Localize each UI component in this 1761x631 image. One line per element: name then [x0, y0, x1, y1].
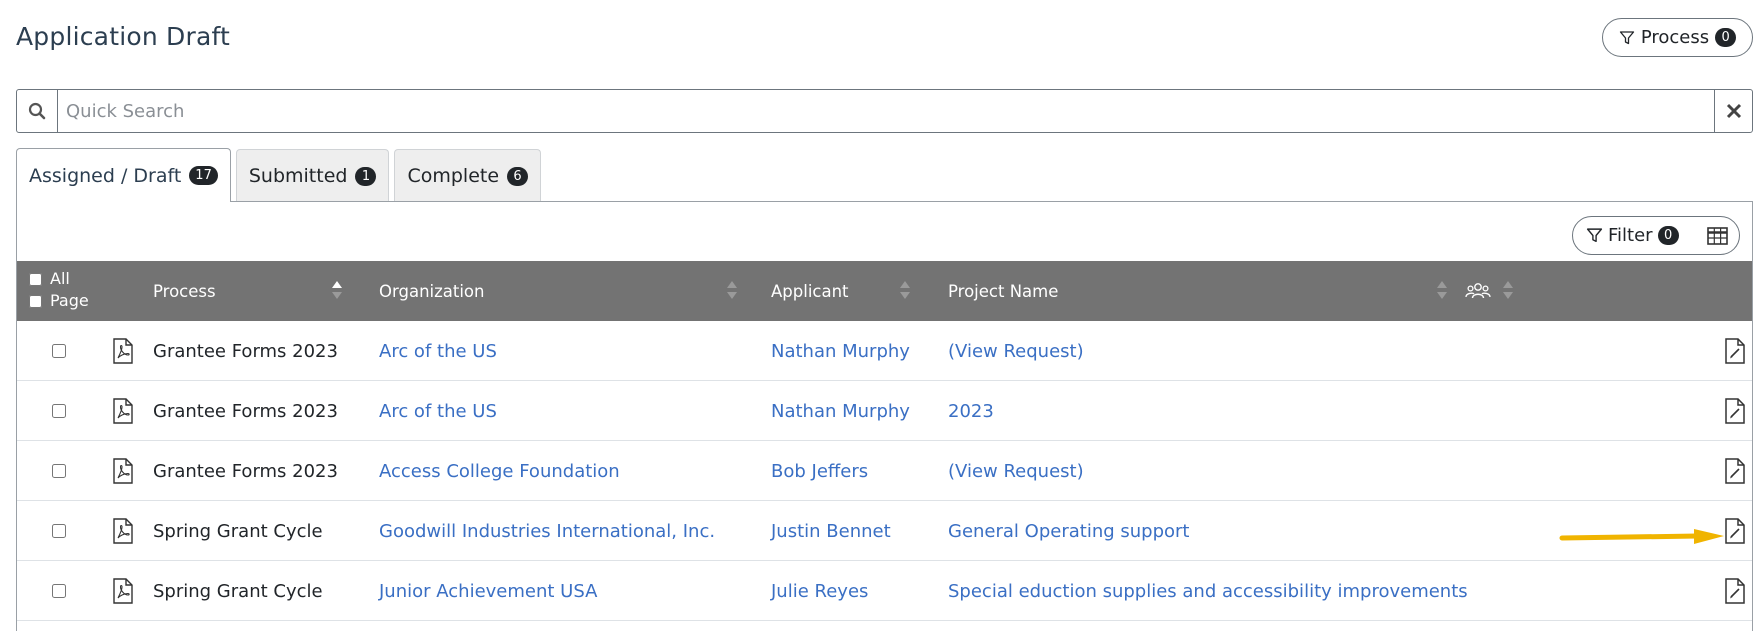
process-cell: Grantee Forms 2023 [153, 460, 338, 482]
row-checkbox[interactable] [52, 584, 66, 598]
tab-submitted[interactable]: Submitted 1 [235, 149, 390, 202]
edit-document-icon[interactable] [1724, 381, 1746, 441]
column-label: Project Name [948, 281, 1059, 301]
organization-link[interactable]: Arc of the US [379, 321, 497, 381]
filter-icon [1619, 30, 1634, 44]
project-name-link[interactable]: (View Request) [948, 441, 1084, 501]
filter-count-badge: 0 [1657, 226, 1679, 245]
close-icon [1726, 103, 1741, 119]
filter-toolbar: Filter 0 [1572, 216, 1740, 255]
sort-team-icon[interactable] [1503, 279, 1513, 303]
row-checkbox[interactable] [52, 404, 66, 418]
organization-link[interactable]: Junior Achievement USA [379, 561, 597, 621]
applicant-link[interactable]: Justin Bennet [771, 501, 891, 561]
edit-document-icon[interactable] [1724, 561, 1746, 621]
table-header: All Page Process Organization Applicant … [17, 261, 1752, 321]
table-row[interactable]: Grantee Forms 2023 Arc of the US Nathan Mu… [17, 321, 1752, 381]
pdf-file-icon[interactable] [112, 561, 134, 621]
filter-icon [1586, 228, 1603, 243]
select-page-label: Page [50, 291, 89, 310]
column-header-project-name[interactable]: Project Name [948, 261, 1058, 321]
row-checkbox[interactable] [52, 524, 66, 538]
sort-organization-icon[interactable] [727, 279, 737, 303]
applicant-link[interactable]: Nathan Murphy [771, 321, 910, 381]
project-name-link[interactable]: (View Request) [948, 321, 1084, 381]
tab-count-badge: 17 [189, 166, 218, 185]
applications-panel: Filter 0 All Page Process Organization A… [16, 201, 1753, 631]
column-header-process[interactable]: Process [153, 261, 216, 321]
select-all-checkbox[interactable] [29, 272, 42, 286]
pdf-file-icon[interactable] [112, 441, 134, 501]
sort-process-icon[interactable] [332, 279, 342, 303]
tab-label: Assigned / Draft [29, 164, 182, 187]
pdf-file-icon[interactable] [112, 381, 134, 441]
pdf-file-icon[interactable] [112, 321, 134, 381]
page-title: Application Draft [16, 22, 231, 51]
applicant-link[interactable]: Nathan Murphy [771, 381, 910, 441]
edit-document-icon[interactable] [1724, 441, 1746, 501]
row-checkbox[interactable] [52, 344, 66, 358]
table-row[interactable]: Spring Grant Cycle Junior Achievement USA… [17, 561, 1752, 621]
select-controls: All Page [29, 268, 89, 312]
process-button-label: Process [1640, 27, 1710, 48]
organization-link[interactable]: Goodwill Industries International, Inc. [379, 501, 715, 561]
process-filter-button[interactable]: Process 0 [1602, 18, 1753, 57]
process-cell: Grantee Forms 2023 [153, 340, 338, 362]
project-name-link[interactable]: Special eduction supplies and accessibil… [948, 561, 1468, 621]
annotation-arrow [1559, 529, 1724, 544]
column-header-organization[interactable]: Organization [379, 261, 485, 321]
users-icon[interactable] [1465, 281, 1491, 301]
organization-link[interactable]: Arc of the US [379, 381, 497, 441]
tab-complete[interactable]: Complete 6 [394, 149, 542, 202]
project-name-link[interactable]: General Operating support [948, 501, 1189, 561]
table-row[interactable]: Grantee Forms 2023 Access College Foundat… [17, 441, 1752, 501]
clear-search-button[interactable] [1714, 90, 1752, 132]
applicant-link[interactable]: Bob Jeffers [771, 441, 868, 501]
row-checkbox[interactable] [52, 464, 66, 478]
select-all-label: All [50, 269, 70, 288]
column-header-applicant[interactable]: Applicant [771, 261, 849, 321]
column-label: Process [153, 281, 216, 301]
search-button[interactable] [17, 90, 58, 132]
filter-label: Filter [1608, 225, 1653, 246]
column-label: Applicant [771, 281, 849, 301]
project-name-link[interactable]: 2023 [948, 381, 994, 441]
applicant-link[interactable]: Julie Reyes [771, 561, 868, 621]
column-label: Organization [379, 281, 485, 301]
edit-document-icon[interactable] [1724, 321, 1746, 381]
status-tabs: Assigned / Draft 17 Submitted 1 Complete… [16, 148, 542, 202]
tab-assigned-draft[interactable]: Assigned / Draft 17 [16, 148, 231, 202]
pdf-file-icon[interactable] [112, 501, 134, 561]
process-cell: Spring Grant Cycle [153, 580, 323, 602]
select-page-checkbox[interactable] [29, 294, 42, 308]
filter-button[interactable]: Filter 0 [1586, 225, 1679, 246]
table-row[interactable]: Grantee Forms 2023 Arc of the US Nathan Mu… [17, 381, 1752, 441]
quick-search-bar [16, 89, 1753, 133]
search-icon [28, 102, 46, 120]
organization-link[interactable]: Access College Foundation [379, 441, 620, 501]
process-count-badge: 0 [1715, 28, 1737, 47]
table-grid-icon[interactable] [1707, 227, 1728, 245]
tab-count-badge: 1 [355, 166, 377, 186]
process-cell: Spring Grant Cycle [153, 520, 323, 542]
tab-label: Complete [407, 165, 500, 187]
quick-search-input[interactable] [58, 90, 1714, 132]
table-row[interactable]: Spring Grant Cycle Goodwill Industries In… [17, 501, 1752, 561]
tab-label: Submitted [248, 165, 348, 187]
tab-count-badge: 6 [507, 166, 529, 186]
sort-applicant-icon[interactable] [900, 279, 910, 303]
sort-project-icon[interactable] [1437, 279, 1447, 303]
process-cell: Grantee Forms 2023 [153, 400, 338, 422]
